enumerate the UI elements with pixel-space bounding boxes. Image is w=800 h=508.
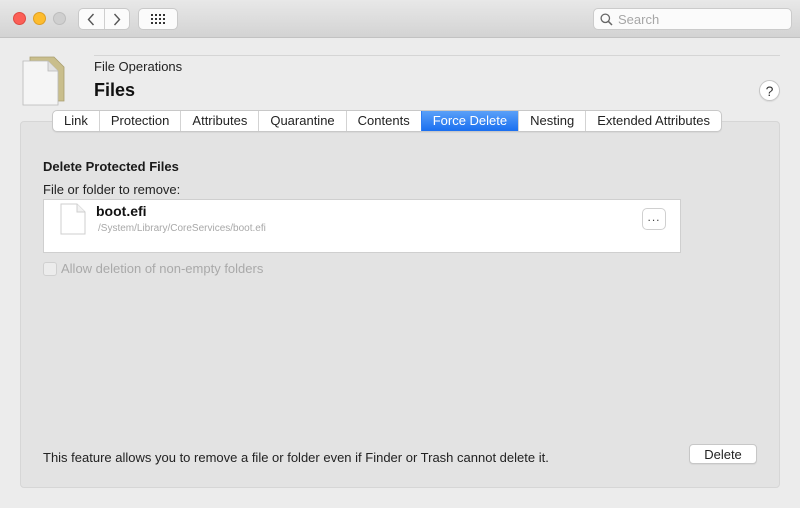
file-name: boot.efi — [96, 203, 147, 219]
section-title: Delete Protected Files — [43, 159, 179, 174]
chevron-right-icon — [113, 13, 121, 25]
search-field[interactable] — [593, 8, 792, 30]
tab-content-panel — [20, 121, 780, 488]
delete-button[interactable]: Delete — [689, 444, 757, 464]
titlebar — [0, 0, 800, 38]
zoom-window-button[interactable] — [53, 12, 66, 25]
tab-contents[interactable]: Contents — [345, 111, 421, 131]
allow-nonempty-checkbox[interactable] — [43, 261, 57, 276]
page-title: Files — [94, 80, 136, 100]
page-subtitle: File Operations — [94, 59, 183, 74]
tab-link[interactable]: Link — [53, 111, 99, 131]
file-drop-well[interactable]: boot.efi /System/Library/CoreServices/bo… — [43, 199, 681, 253]
show-all-button[interactable] — [138, 8, 178, 30]
help-button[interactable]: ? — [759, 80, 780, 101]
allow-nonempty-label: Allow deletion of non-empty folders — [61, 261, 264, 276]
chevron-left-icon — [87, 13, 95, 25]
tab-protection[interactable]: Protection — [98, 111, 181, 131]
file-field-label: File or folder to remove: — [43, 182, 181, 197]
nav-buttons — [78, 8, 130, 30]
tab-force-delete[interactable]: Force Delete — [420, 111, 519, 131]
tab-nesting[interactable]: Nesting — [518, 111, 585, 131]
minimize-window-button[interactable] — [33, 12, 46, 25]
file-path: /System/Library/CoreServices/boot.efi — [98, 223, 266, 234]
grid-icon — [151, 14, 165, 24]
document-icon — [60, 203, 86, 235]
search-icon — [600, 12, 613, 26]
browse-button[interactable]: ... — [642, 208, 666, 230]
file-document-icon — [22, 56, 65, 106]
back-button[interactable] — [79, 9, 104, 29]
feature-description: This feature allows you to remove a file… — [43, 450, 549, 465]
allow-nonempty-option: Allow deletion of non-empty folders — [43, 261, 263, 276]
close-window-button[interactable] — [13, 12, 26, 25]
app-window: File Operations Files ? Link Protection … — [0, 0, 800, 508]
tab-bar: Link Protection Attributes Quarantine Co… — [52, 110, 722, 132]
forward-button[interactable] — [103, 9, 130, 29]
tab-extended-attributes[interactable]: Extended Attributes — [585, 111, 721, 131]
tab-quarantine[interactable]: Quarantine — [258, 111, 345, 131]
header-divider — [94, 55, 780, 56]
search-input[interactable] — [618, 11, 788, 27]
tab-attributes[interactable]: Attributes — [180, 111, 258, 131]
